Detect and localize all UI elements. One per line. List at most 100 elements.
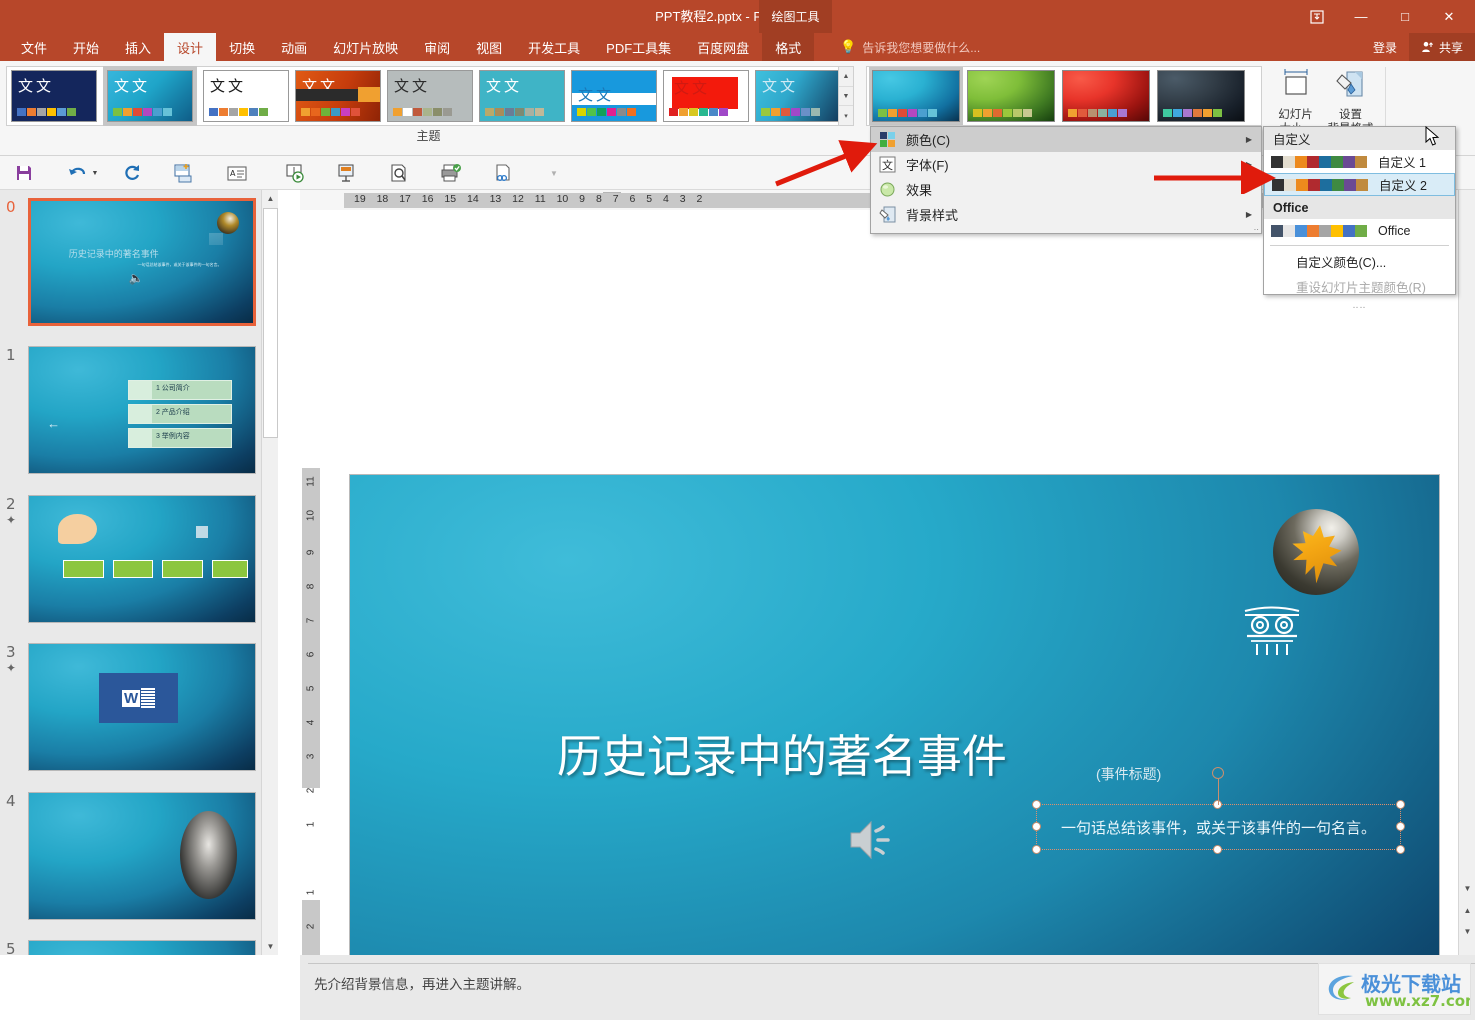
thumbnail-frame[interactable]: W	[28, 643, 256, 771]
variant-item-2[interactable]	[1062, 70, 1150, 122]
menu-item-background-styles[interactable]: 背景样式 ▶	[871, 202, 1261, 227]
print-preview-icon[interactable]	[385, 160, 413, 186]
thumbnail-frame[interactable]: 历史记录中的著名事件 一句话总结该事件，或关于该事件的一句名言。 🔈	[28, 198, 256, 326]
gallery-scroll-down-button[interactable]: ▼	[839, 87, 853, 107]
customize-qat-icon[interactable]: ▼	[540, 160, 568, 186]
slide-canvas[interactable]: 历史记录中的著名事件 (事件标题) 一句话总结该事件，或关于该事件的一句名言。	[349, 474, 1440, 1020]
thumbnail-frame[interactable]: ← 1 公司简介 2 产品介绍 3 举例内容	[28, 346, 256, 474]
theme-item-0[interactable]: 文文	[11, 70, 97, 122]
tab-file[interactable]: 文件	[8, 33, 60, 61]
minimize-button[interactable]: —	[1339, 3, 1383, 31]
text-box-icon[interactable]: A	[223, 160, 251, 186]
rotation-handle[interactable]	[1212, 767, 1225, 780]
theme-colors-submenu[interactable]: 自定义 自定义 1 自定义 2 Office Office 自定义颜色(C)..…	[1263, 126, 1456, 310]
color-scheme-office[interactable]: Office	[1264, 219, 1455, 242]
menu-resize-grip[interactable]: ‥	[1254, 223, 1259, 232]
variant-item-3[interactable]	[1157, 70, 1245, 122]
tab-format[interactable]: 格式	[762, 33, 815, 61]
tell-me-search[interactable]: 💡 告诉我您想要做什么...	[840, 33, 980, 61]
thumbnail-slide-4[interactable]: 4	[6, 792, 256, 920]
speaker-audio-icon[interactable]	[845, 815, 903, 865]
theme-gallery-scroll[interactable]: ▲ ▼ ▾	[838, 66, 854, 126]
customize-colors-command[interactable]: 自定义颜色(C)...	[1264, 249, 1455, 274]
submenu-resize-grip[interactable]: ‥‥	[1264, 300, 1455, 311]
thumbnail-slide-5[interactable]: 5 此处照片的标题	[6, 940, 256, 955]
theme-swatches	[17, 108, 76, 116]
notes-pane[interactable]: 先介绍背景信息，再进入主题讲解。	[300, 955, 1475, 1020]
notes-text[interactable]: 先介绍背景信息，再进入主题讲解。	[314, 973, 530, 993]
menu-item-label: 字体(F)	[906, 158, 949, 173]
variant-item-1[interactable]	[967, 70, 1055, 122]
resize-handle-se[interactable]	[1395, 845, 1405, 855]
resize-handle-s[interactable]	[1213, 845, 1223, 855]
theme-item-3[interactable]: 文文	[295, 70, 381, 122]
scrollbar-thumb[interactable]	[263, 208, 278, 438]
thumbnail-slide-0[interactable]: 0 历史记录中的著名事件 一句话总结该事件，或关于该事件的一句名言。 🔈	[6, 198, 256, 326]
tab-slideshow[interactable]: 幻灯片放映	[320, 33, 411, 61]
scroll-down-button[interactable]: ▼	[262, 938, 278, 955]
share-button[interactable]: 共享	[1408, 33, 1475, 61]
resize-handle-e[interactable]	[1395, 822, 1405, 832]
undo-dropdown-icon[interactable]: ▼	[89, 160, 101, 186]
theme-item-4[interactable]: 文文	[387, 70, 473, 122]
color-scheme-custom-2[interactable]: 自定义 2	[1264, 173, 1455, 196]
tab-view[interactable]: 视图	[463, 33, 515, 61]
theme-gallery[interactable]: 文文 文文 文文 文文 文文 文文 文文 文文 文文	[6, 66, 851, 126]
editor-scroll-down-button[interactable]: ▼	[1459, 880, 1475, 897]
tab-pdf-tools[interactable]: PDF工具集	[593, 33, 684, 61]
theme-item-1-selected[interactable]: 文文	[103, 66, 197, 126]
color-scheme-custom-1[interactable]: 自定义 1	[1264, 150, 1455, 173]
editor-vertical-scrollbar[interactable]: ▼ ▲ ▼	[1458, 190, 1475, 955]
thumbnail-list-item: 3 举例内容	[128, 427, 233, 448]
previous-slide-button[interactable]: ▲	[1459, 902, 1475, 919]
tab-design[interactable]: 设计	[164, 33, 217, 61]
next-slide-button[interactable]: ▼	[1459, 923, 1475, 940]
thumbnail-slide-1[interactable]: 1 ← 1 公司简介 2 产品介绍 3 举例内容	[6, 346, 256, 474]
tab-developer[interactable]: 开发工具	[515, 33, 593, 61]
color-scheme-label: 自定义 1	[1378, 156, 1426, 170]
menu-item-label: 颜色(C)	[906, 133, 951, 148]
variants-gallery[interactable]	[866, 66, 1262, 126]
tab-insert[interactable]: 插入	[112, 33, 164, 61]
sign-in-button[interactable]: 登录	[1361, 39, 1409, 56]
hyperlink-icon[interactable]	[489, 160, 517, 186]
tab-home[interactable]: 开始	[60, 33, 112, 61]
print-icon[interactable]	[437, 160, 465, 186]
subtitle-textbox-selected[interactable]: 一句话总结该事件，或关于该事件的一句名言。	[1032, 767, 1405, 855]
scroll-up-button[interactable]: ▲	[262, 190, 278, 207]
thumbnail-arrow-icon: ←	[47, 416, 61, 432]
theme-item-6[interactable]: 文文	[571, 70, 657, 122]
tab-review[interactable]: 审阅	[411, 33, 463, 61]
resize-handle-ne[interactable]	[1395, 800, 1405, 810]
slide-thumbnail-pane[interactable]: 0 历史记录中的著名事件 一句话总结该事件，或关于该事件的一句名言。 🔈 1 ←	[0, 190, 278, 955]
close-button[interactable]: ✕	[1427, 3, 1471, 31]
tab-baidu-netdisk[interactable]: 百度网盘	[684, 33, 762, 61]
thumbnail-slide-2[interactable]: 2 ✦	[6, 495, 256, 623]
tab-transitions[interactable]: 切换	[216, 33, 268, 61]
gallery-more-button[interactable]: ▾	[839, 106, 853, 125]
from-current-slide-icon[interactable]	[333, 160, 361, 186]
slide-title-text[interactable]: 历史记录中的著名事件	[557, 720, 1007, 785]
theme-item-8[interactable]: 文文	[755, 70, 841, 122]
thumbnail-pane-scrollbar[interactable]: ▲ ▼	[261, 190, 278, 955]
new-slide-icon[interactable]	[170, 160, 198, 186]
autumn-leaf-photo[interactable]	[1273, 509, 1360, 596]
thumbnail-frame[interactable]	[28, 495, 256, 623]
menu-item-colors[interactable]: 颜色(C) ▶	[871, 127, 1261, 152]
gallery-scroll-up-button[interactable]: ▲	[839, 67, 853, 87]
ribbon-display-options-icon[interactable]	[1295, 3, 1339, 31]
resize-handle-sw[interactable]	[1032, 845, 1042, 855]
save-icon[interactable]	[10, 160, 38, 186]
theme-item-7[interactable]: 文文	[663, 70, 749, 122]
from-beginning-icon[interactable]	[281, 160, 309, 186]
maximize-button[interactable]: □	[1383, 3, 1427, 31]
undo-icon[interactable]	[64, 160, 92, 186]
thumbnail-frame[interactable]	[28, 792, 256, 920]
variant-item-0-selected[interactable]	[869, 67, 963, 125]
thumbnail-frame[interactable]: 此处照片的标题	[28, 940, 256, 955]
thumbnail-slide-3[interactable]: 3 ✦ W	[6, 643, 256, 771]
theme-item-2[interactable]: 文文	[203, 70, 289, 122]
tab-animations[interactable]: 动画	[268, 33, 320, 61]
theme-item-5[interactable]: 文文	[479, 70, 565, 122]
redo-icon[interactable]	[118, 160, 146, 186]
